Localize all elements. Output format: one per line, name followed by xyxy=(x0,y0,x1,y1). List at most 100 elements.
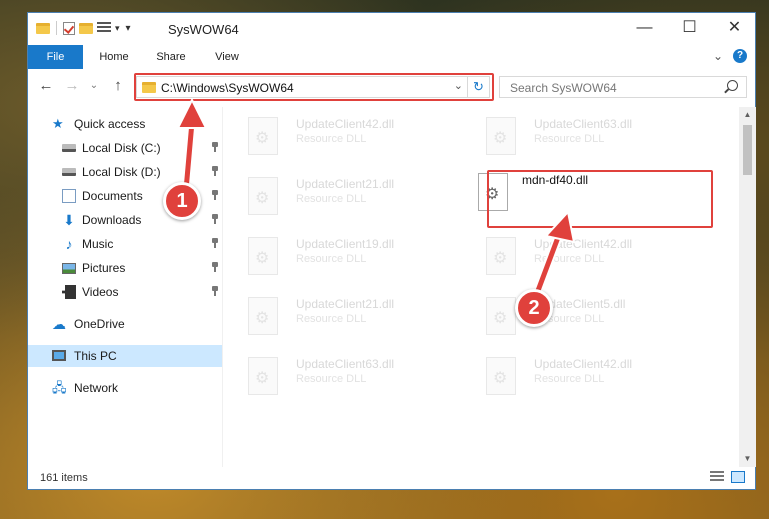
window-title: SysWOW64 xyxy=(168,22,239,37)
file-type: Resource DLL xyxy=(534,133,605,145)
sidebar-item-network[interactable]: 🖧 Network xyxy=(28,377,222,399)
file-tile[interactable]: UpdateClient42.dll Resource DLL xyxy=(462,231,692,283)
onedrive-icon: ☁ xyxy=(52,316,66,332)
item-count: 161 items xyxy=(40,472,88,484)
music-icon: ♪ xyxy=(65,236,73,252)
file-type: Resource DLL xyxy=(534,373,605,385)
file-tile[interactable]: UpdateClient21.dll Resource DLL xyxy=(224,291,454,343)
sidebar-item-music[interactable]: ♪ Music xyxy=(28,233,222,255)
sidebar-item-local-disk-d[interactable]: Local Disk (D:) xyxy=(28,161,222,183)
customize-toolbar-dropdown-icon[interactable]: ▾ xyxy=(115,23,120,34)
file-name: UpdateClient42.dll xyxy=(534,237,633,251)
dll-file-icon xyxy=(248,237,278,275)
file-name: UpdateClient21.dll xyxy=(296,297,395,311)
address-highlight-box xyxy=(134,73,494,101)
back-button[interactable]: ← xyxy=(36,77,56,95)
dll-file-icon xyxy=(248,177,278,215)
sidebar-item-local-disk-c[interactable]: Local Disk (C:) xyxy=(28,137,222,159)
scroll-up-arrow-icon[interactable]: ▲ xyxy=(739,107,756,123)
file-tile[interactable]: UpdateClient42.dll Resource DLL xyxy=(462,351,692,403)
tab-view[interactable]: View xyxy=(204,45,250,69)
sidebar-item-label: Local Disk (C:) xyxy=(82,141,161,155)
dll-file-icon xyxy=(486,357,516,395)
pictures-icon xyxy=(62,263,76,274)
videos-icon xyxy=(62,285,76,299)
recent-locations-button[interactable]: ⌄ xyxy=(84,77,104,95)
close-button[interactable]: ✕ xyxy=(712,13,757,43)
dll-file-icon xyxy=(248,117,278,155)
documents-icon xyxy=(62,189,76,203)
status-bar: 161 items xyxy=(28,467,755,490)
sidebar-item-label: Network xyxy=(74,381,119,395)
quick-access-toolbar: ▾ ▾ xyxy=(36,21,131,35)
pin-icon[interactable] xyxy=(212,238,218,248)
network-icon: 🖧 xyxy=(52,380,67,395)
sidebar-item-label: Music xyxy=(82,237,114,251)
scroll-thumb[interactable] xyxy=(743,125,752,175)
dll-file-icon xyxy=(486,117,516,155)
search-placeholder: Search SysWOW64 xyxy=(510,81,617,95)
vertical-scrollbar[interactable]: ▲ ▼ xyxy=(739,107,756,467)
toolbar-separator xyxy=(56,21,57,35)
sidebar-item-label: Documents xyxy=(82,189,143,203)
file-type: Resource DLL xyxy=(296,253,367,265)
drive-icon xyxy=(62,144,76,152)
file-name: UpdateClient19.dll xyxy=(296,237,395,251)
file-type: Resource DLL xyxy=(296,133,367,145)
star-icon: ★ xyxy=(52,116,64,131)
this-pc-icon xyxy=(52,350,66,361)
sidebar-item-onedrive[interactable]: ☁ OneDrive xyxy=(28,313,222,335)
ribbon-right-controls: ⌄ ? xyxy=(713,49,747,63)
properties-check-icon[interactable] xyxy=(63,21,75,35)
search-icon[interactable] xyxy=(727,80,738,91)
navigation-pane: ★ Quick access Local Disk (C:) Local Dis… xyxy=(28,107,222,467)
tab-home[interactable]: Home xyxy=(90,45,138,69)
file-type: Resource DLL xyxy=(296,193,367,205)
step-2-marker: 2 xyxy=(515,289,553,327)
pin-icon[interactable] xyxy=(212,166,218,176)
sidebar-item-videos[interactable]: Videos xyxy=(28,281,222,303)
forward-button[interactable]: → xyxy=(62,77,82,95)
up-button[interactable]: ↑ xyxy=(108,77,128,95)
pin-icon[interactable] xyxy=(212,142,218,152)
sidebar-item-label: Local Disk (D:) xyxy=(82,165,161,179)
sidebar-item-quick-access[interactable]: ★ Quick access xyxy=(28,113,222,135)
sidebar-item-label: Quick access xyxy=(74,117,146,131)
sidebar-item-label: Pictures xyxy=(82,261,126,275)
details-view-icon[interactable] xyxy=(710,471,724,483)
customize-list-icon[interactable] xyxy=(97,22,111,34)
sidebar-item-label: This PC xyxy=(74,349,117,363)
tab-share[interactable]: Share xyxy=(148,45,194,69)
file-tile[interactable]: UpdateClient63.dll Resource DLL xyxy=(462,111,692,163)
downloads-icon: ⬇ xyxy=(63,212,75,228)
file-tile[interactable]: UpdateClient21.dll Resource DLL xyxy=(224,171,454,223)
file-tile[interactable]: UpdateClient5.dll Resource DLL xyxy=(462,291,692,343)
minimize-button[interactable]: — xyxy=(622,13,667,43)
pin-icon[interactable] xyxy=(212,286,218,296)
pane-divider[interactable] xyxy=(222,107,223,467)
sidebar-item-pictures[interactable]: Pictures xyxy=(28,257,222,279)
new-folder-icon[interactable] xyxy=(79,22,93,34)
tiles-view-icon[interactable] xyxy=(731,471,745,483)
search-box[interactable]: Search SysWOW64 xyxy=(499,76,747,98)
expand-ribbon-icon[interactable]: ⌄ xyxy=(713,49,723,63)
file-type: Resource DLL xyxy=(534,253,605,265)
tab-file[interactable]: File xyxy=(28,45,83,69)
pin-icon[interactable] xyxy=(212,190,218,200)
scroll-down-arrow-icon[interactable]: ▼ xyxy=(739,451,756,467)
explorer-window: ▾ ▾ SysWOW64 — ☐ ✕ File Home Share View … xyxy=(27,12,756,490)
pin-icon[interactable] xyxy=(212,214,218,224)
file-tile[interactable]: UpdateClient63.dll Resource DLL xyxy=(224,351,454,403)
maximize-button[interactable]: ☐ xyxy=(667,13,712,43)
sidebar-item-label: Downloads xyxy=(82,213,142,227)
dll-file-icon xyxy=(248,297,278,335)
toolbar-extra-icon[interactable]: ▾ xyxy=(126,23,131,34)
pin-icon[interactable] xyxy=(212,262,218,272)
file-type: Resource DLL xyxy=(296,373,367,385)
sidebar-item-label: OneDrive xyxy=(74,317,125,331)
help-icon[interactable]: ? xyxy=(733,49,747,63)
file-tile[interactable]: UpdateClient42.dll Resource DLL xyxy=(224,111,454,163)
file-tile[interactable]: UpdateClient19.dll Resource DLL xyxy=(224,231,454,283)
file-type: Resource DLL xyxy=(296,313,367,325)
sidebar-item-this-pc[interactable]: This PC xyxy=(28,345,222,367)
